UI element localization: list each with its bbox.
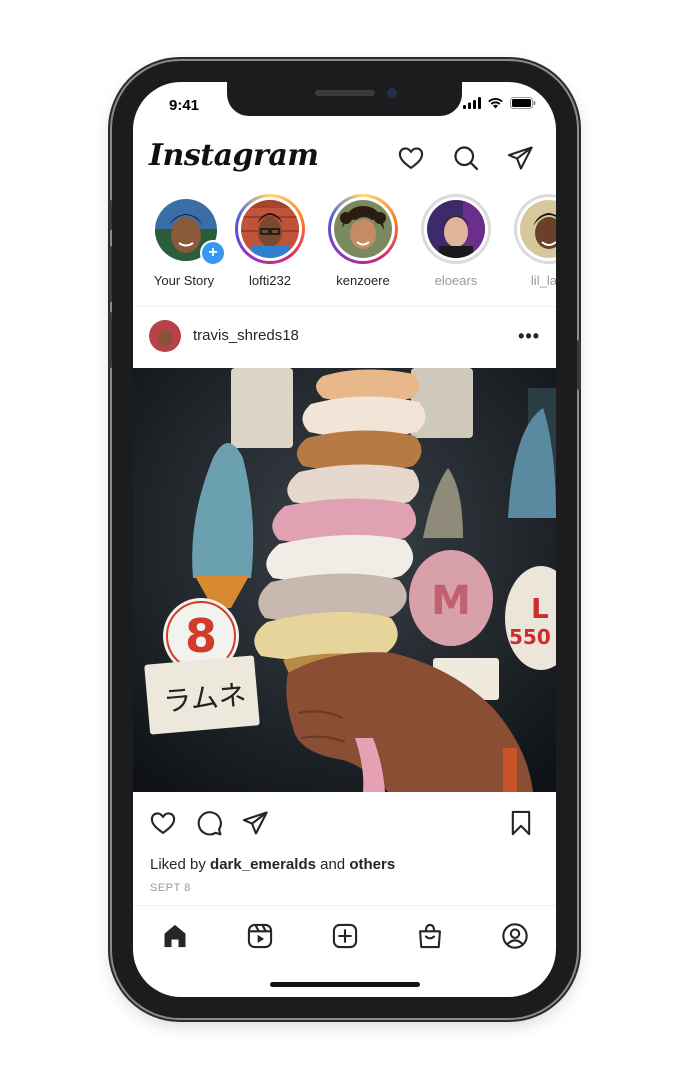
svg-text:M: M	[431, 578, 471, 624]
battery-icon	[510, 97, 536, 109]
story-label: kenzoere	[336, 273, 390, 288]
liked-by-prefix: Liked by	[150, 856, 206, 873]
likes-summary: Liked by dark_emeralds and others	[150, 856, 395, 873]
svg-text:8: 8	[185, 609, 217, 663]
wifi-icon	[488, 98, 503, 109]
more-options-icon[interactable]: •••	[518, 326, 540, 347]
comment-icon[interactable]	[195, 809, 223, 837]
liked-by-others[interactable]: others	[349, 856, 395, 873]
avatar	[241, 200, 299, 258]
share-icon[interactable]	[241, 809, 269, 837]
phone-screen: 9:41 Instagram + Your Story lofti232 ken…	[133, 82, 556, 997]
heart-icon[interactable]	[397, 144, 425, 172]
direct-message-icon[interactable]	[506, 144, 534, 172]
post-author-username[interactable]: travis_shreds18	[193, 327, 299, 344]
post-author-avatar[interactable]	[149, 320, 181, 352]
notch	[227, 82, 462, 116]
tabbar-divider	[133, 905, 556, 906]
reels-icon[interactable]	[246, 922, 274, 950]
volume-up-button	[109, 246, 112, 302]
speaker-grille	[315, 90, 375, 96]
instagram-logo: Instagram	[149, 138, 319, 173]
stories-tray[interactable]: + Your Story lofti232 kenzoere eloears l…	[133, 194, 556, 304]
home-indicator[interactable]	[270, 982, 420, 987]
avatar	[334, 200, 392, 258]
bookmark-icon[interactable]	[507, 809, 535, 837]
status-time: 9:41	[169, 97, 200, 114]
liked-by-and: and	[320, 856, 346, 873]
like-icon[interactable]	[149, 809, 177, 837]
post-image[interactable]: 8 M L 550 ラムネ	[133, 368, 556, 792]
create-icon[interactable]	[331, 922, 359, 950]
story-label: lil_lapi	[530, 273, 556, 288]
power-button	[577, 340, 581, 390]
volume-button	[109, 200, 112, 230]
avatar	[427, 200, 485, 258]
stories-divider	[133, 306, 556, 307]
story-ring	[421, 194, 491, 264]
signal-icon	[463, 97, 481, 109]
liked-by-user[interactable]: dark_emeralds	[210, 856, 316, 873]
status-icons	[463, 97, 536, 109]
shop-icon[interactable]	[416, 922, 444, 950]
story-label: Your Story	[153, 273, 215, 288]
volume-down-button	[109, 312, 112, 368]
svg-text:L: L	[531, 592, 549, 625]
story-ring	[514, 194, 556, 264]
home-icon[interactable]	[161, 922, 189, 950]
svg-text:550: 550	[509, 625, 551, 649]
story-ring	[235, 194, 305, 264]
post-date: SEPT 8	[150, 882, 191, 894]
add-story-icon[interactable]: +	[200, 240, 226, 266]
story-label: eloears	[434, 273, 478, 288]
search-icon[interactable]	[452, 144, 480, 172]
story-ring	[328, 194, 398, 264]
front-camera	[387, 88, 397, 98]
profile-icon[interactable]	[501, 922, 529, 950]
story-label: lofti232	[249, 273, 291, 288]
avatar	[520, 200, 556, 258]
